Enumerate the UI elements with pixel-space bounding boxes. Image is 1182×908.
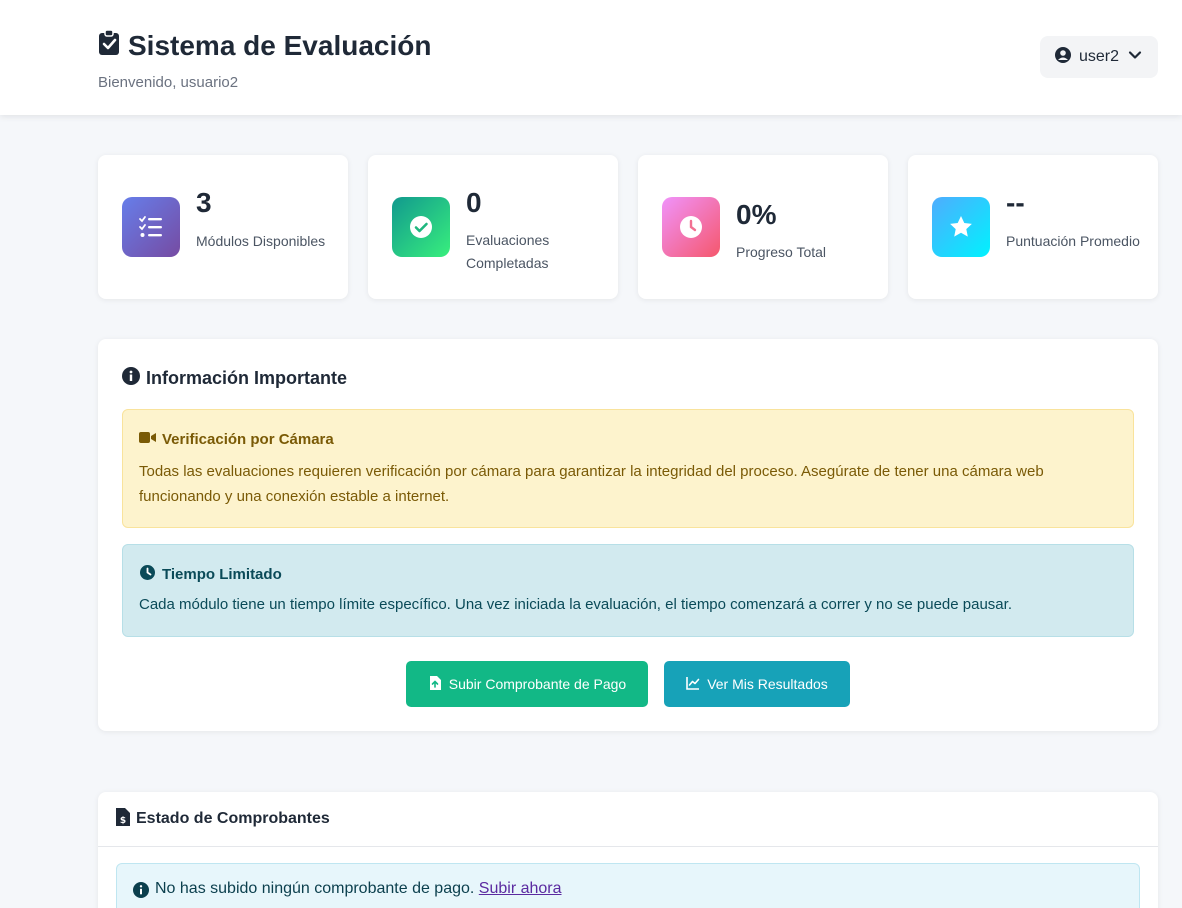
app-title-text: Sistema de Evaluación	[128, 29, 432, 61]
upload-now-link[interactable]: Subir ahora	[479, 880, 562, 897]
file-upload-icon	[428, 675, 442, 693]
stat-value: 3	[196, 187, 212, 218]
button-label: Ver Mis Resultados	[707, 676, 828, 692]
alert-message: No has subido ningún comprobante de pago…	[155, 880, 562, 898]
important-info-panel: Información Importante Verificación por …	[98, 339, 1158, 731]
top-navbar: Sistema de Evaluación Bienvenido, usuari…	[0, 0, 1182, 115]
view-results-button[interactable]: Ver Mis Resultados	[664, 661, 850, 707]
alert-heading: Verificación por Cámara	[139, 430, 1117, 449]
alert-text: Todas las evaluaciones requieren verific…	[139, 463, 1044, 505]
panel-header: $ Estado de Comprobantes	[98, 792, 1158, 847]
stat-card-completed: 0 Evaluaciones Completadas	[368, 155, 618, 299]
time-alert: Tiempo Limitado Cada módulo tiene un tie…	[122, 544, 1134, 637]
tasks-icon	[122, 197, 180, 257]
camera-alert: Verificación por Cámara Todas las evalua…	[122, 409, 1134, 528]
stat-card-modules: 3 Módulos Disponibles	[98, 155, 348, 299]
stat-value: --	[1006, 187, 1025, 218]
clipboard-check-icon	[98, 28, 120, 63]
upload-receipt-button[interactable]: Subir Comprobante de Pago	[406, 661, 648, 707]
button-label: Subir Comprobante de Pago	[448, 676, 627, 692]
alert-heading: Tiempo Limitado	[139, 565, 1117, 584]
stat-value: 0%	[736, 199, 777, 230]
file-invoice-dollar-icon: $	[116, 807, 130, 831]
stat-value: 0	[466, 187, 482, 218]
chevron-down-icon	[1127, 47, 1143, 68]
alert-text: Cada módulo tiene un tiempo límite espec…	[139, 596, 1012, 613]
stat-label: Progreso Total	[736, 244, 827, 260]
page-title: Sistema de Evaluación	[98, 28, 431, 63]
panel-title-text: Información Importante	[146, 368, 348, 388]
stat-label: Evaluaciones Completadas	[466, 232, 550, 271]
stat-card-score: -- Puntuación Promedio	[908, 155, 1158, 299]
clock-icon	[139, 565, 156, 584]
no-receipt-alert: No has subido ningún comprobante de pago…	[116, 863, 1140, 908]
user-menu-button[interactable]: user2	[1040, 36, 1158, 78]
svg-text:$: $	[120, 816, 126, 826]
clock-icon	[662, 197, 720, 257]
star-icon	[932, 197, 990, 257]
panel-title: Información Importante	[122, 367, 347, 390]
stat-card-progress: 0% Progreso Total	[638, 155, 888, 299]
info-circle-icon	[122, 367, 140, 390]
user-name: user2	[1078, 48, 1120, 65]
alert-heading-text: Verificación por Cámara	[162, 431, 334, 448]
check-circle-icon	[392, 197, 450, 257]
panel-title-text: Estado de Comprobantes	[136, 810, 330, 827]
stat-label: Puntuación Promedio	[1006, 233, 1140, 249]
chart-line-icon	[686, 676, 700, 693]
alert-message-text: No has subido ningún comprobante de pago…	[155, 880, 475, 897]
info-circle-icon	[133, 880, 149, 903]
alert-heading-text: Tiempo Limitado	[162, 566, 282, 583]
stat-label: Módulos Disponibles	[196, 233, 326, 249]
welcome-text: Bienvenido, usuario2	[98, 74, 239, 91]
receipt-status-panel: $ Estado de Comprobantes No has subido n…	[98, 792, 1158, 908]
video-camera-icon	[139, 430, 156, 449]
user-circle-icon	[1054, 46, 1071, 68]
